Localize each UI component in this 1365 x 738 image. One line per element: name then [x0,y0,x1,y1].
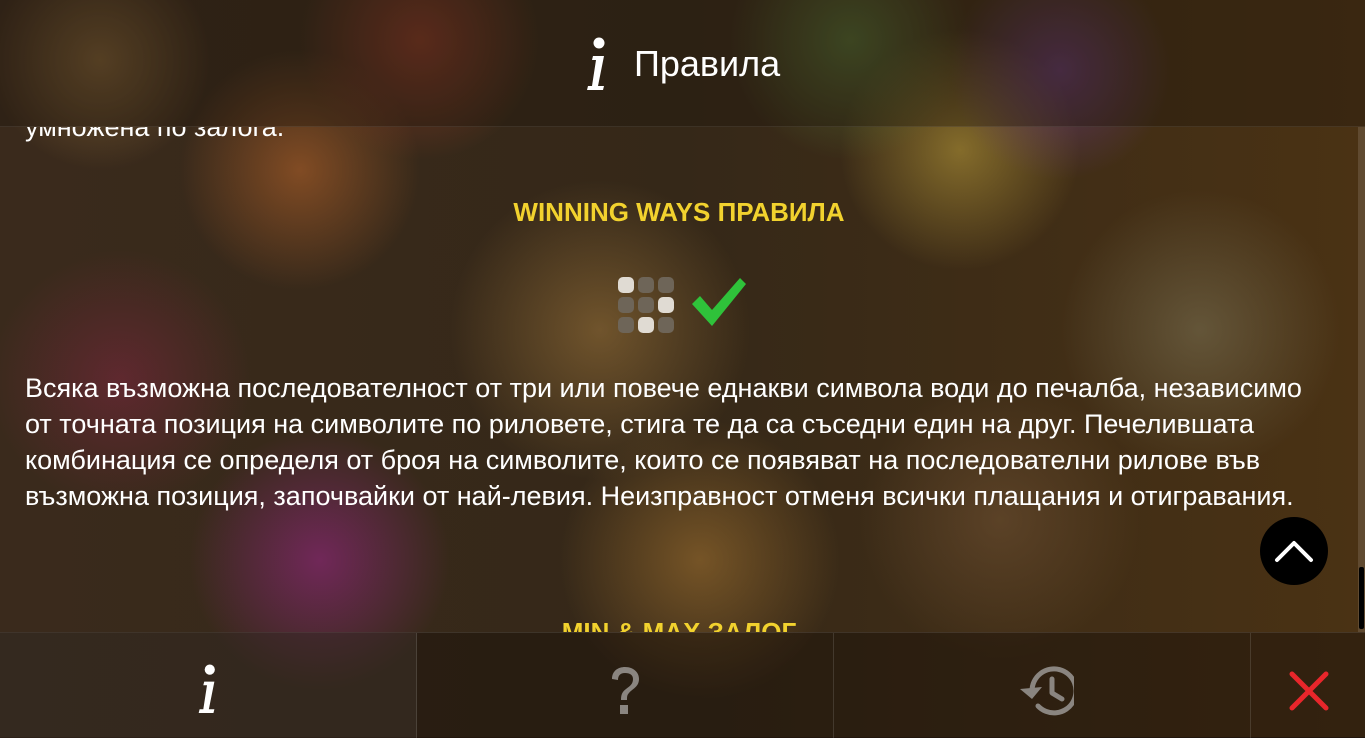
close-icon [1289,671,1329,711]
tab-history[interactable] [834,633,1251,738]
scroll-to-top-button[interactable] [1260,517,1328,585]
previous-section-text: умножена по залога. [25,127,285,142]
rules-content[interactable]: умножена по залога. WINNING WAYS ПРАВИЛА… [0,127,1358,632]
footer-tab-bar [0,632,1365,738]
scrollbar[interactable] [1358,127,1365,632]
tab-rules[interactable] [0,633,417,738]
chevron-up-icon [1275,541,1313,562]
rules-header: Правила [0,0,1365,127]
info-icon [198,664,215,713]
tab-help[interactable] [417,633,834,738]
history-icon [1020,666,1074,716]
winning-ways-description: Всяка възможна последователност от три и… [25,373,1302,511]
scrollbar-thumb[interactable] [1359,567,1364,629]
question-mark-icon [612,667,639,714]
close-button[interactable] [1251,633,1365,738]
page-title: Правила [634,43,781,84]
min-max-bet-title: MIN & MAX ЗАЛОГ [561,617,797,632]
checkmark-icon [692,278,746,326]
winning-ways-grid-icon [618,277,674,333]
info-icon [587,37,605,90]
winning-ways-title: WINNING WAYS ПРАВИЛА [513,197,845,227]
